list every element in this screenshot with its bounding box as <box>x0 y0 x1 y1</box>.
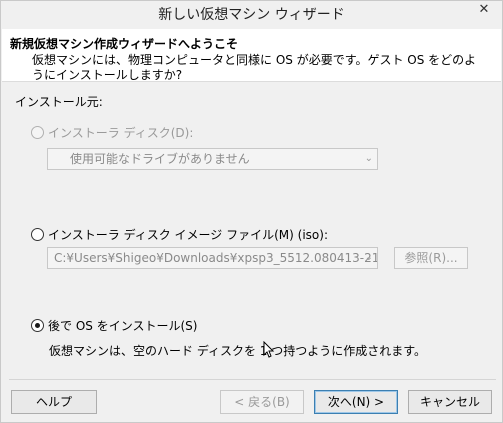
header-title: 新規仮想マシン作成ウィザードへようこそ <box>10 37 239 51</box>
footer-divider <box>9 379 496 380</box>
radio-button-icon <box>31 228 44 241</box>
window-title: 新しい仮想マシン ウィザード <box>158 7 345 23</box>
back-button[interactable]: < 戻る(B) <box>220 390 304 414</box>
radio-button-icon <box>31 319 44 332</box>
header-description: 仮想マシンには、物理コンピュータと同様に OS が必要です。ゲスト OS をどの… <box>32 53 477 82</box>
browse-button[interactable]: 参照(R)... <box>394 247 468 269</box>
wizard-window: 新しい仮想マシン ウィザード ✕ 新規仮想マシン作成ウィザードへようこそ 仮想マ… <box>0 0 503 423</box>
iso-path-value: C:¥Users¥Shigeo¥Downloads¥xpsp3_5512.080… <box>54 251 378 265</box>
radio-install-later[interactable]: 後で OS をインストール(S) <box>31 317 197 334</box>
radio-iso-image[interactable]: インストーラ ディスク イメージ ファイル(M) (iso): <box>31 226 328 243</box>
chevron-down-icon: ⌄ <box>364 252 373 263</box>
disk-drive-select[interactable]: 使用可能なドライブがありません ⌄ <box>47 148 378 170</box>
help-button[interactable]: ヘルプ <box>11 390 97 414</box>
radio-install-later-label: 後で OS をインストール(S) <box>48 319 198 333</box>
radio-installer-disc[interactable]: インストーラ ディスク(D): <box>31 124 193 141</box>
wizard-header: 新規仮想マシン作成ウィザードへようこそ 仮想マシンには、物理コンピュータと同様に… <box>2 29 501 82</box>
chevron-down-icon: ⌄ <box>364 153 373 164</box>
install-source-label: インストール元: <box>15 95 103 109</box>
close-icon[interactable]: ✕ <box>466 1 502 21</box>
cancel-button[interactable]: キャンセル <box>408 390 492 414</box>
install-later-hint: 仮想マシンは、空のハード ディスクを 1 つ持つように作成されます。 <box>49 344 427 358</box>
mouse-cursor-icon <box>263 341 275 358</box>
radio-iso-image-label: インストーラ ディスク イメージ ファイル(M) (iso): <box>48 228 328 242</box>
disk-drive-select-value: 使用可能なドライブがありません <box>70 152 250 166</box>
title-bar: 新しい仮想マシン ウィザード ✕ <box>1 1 502 25</box>
radio-installer-disc-label: インストーラ ディスク(D): <box>48 126 194 140</box>
iso-path-select[interactable]: C:¥Users¥Shigeo¥Downloads¥xpsp3_5512.080… <box>47 247 378 269</box>
next-button[interactable]: 次へ(N) > <box>314 390 398 414</box>
radio-button-icon <box>31 126 44 139</box>
